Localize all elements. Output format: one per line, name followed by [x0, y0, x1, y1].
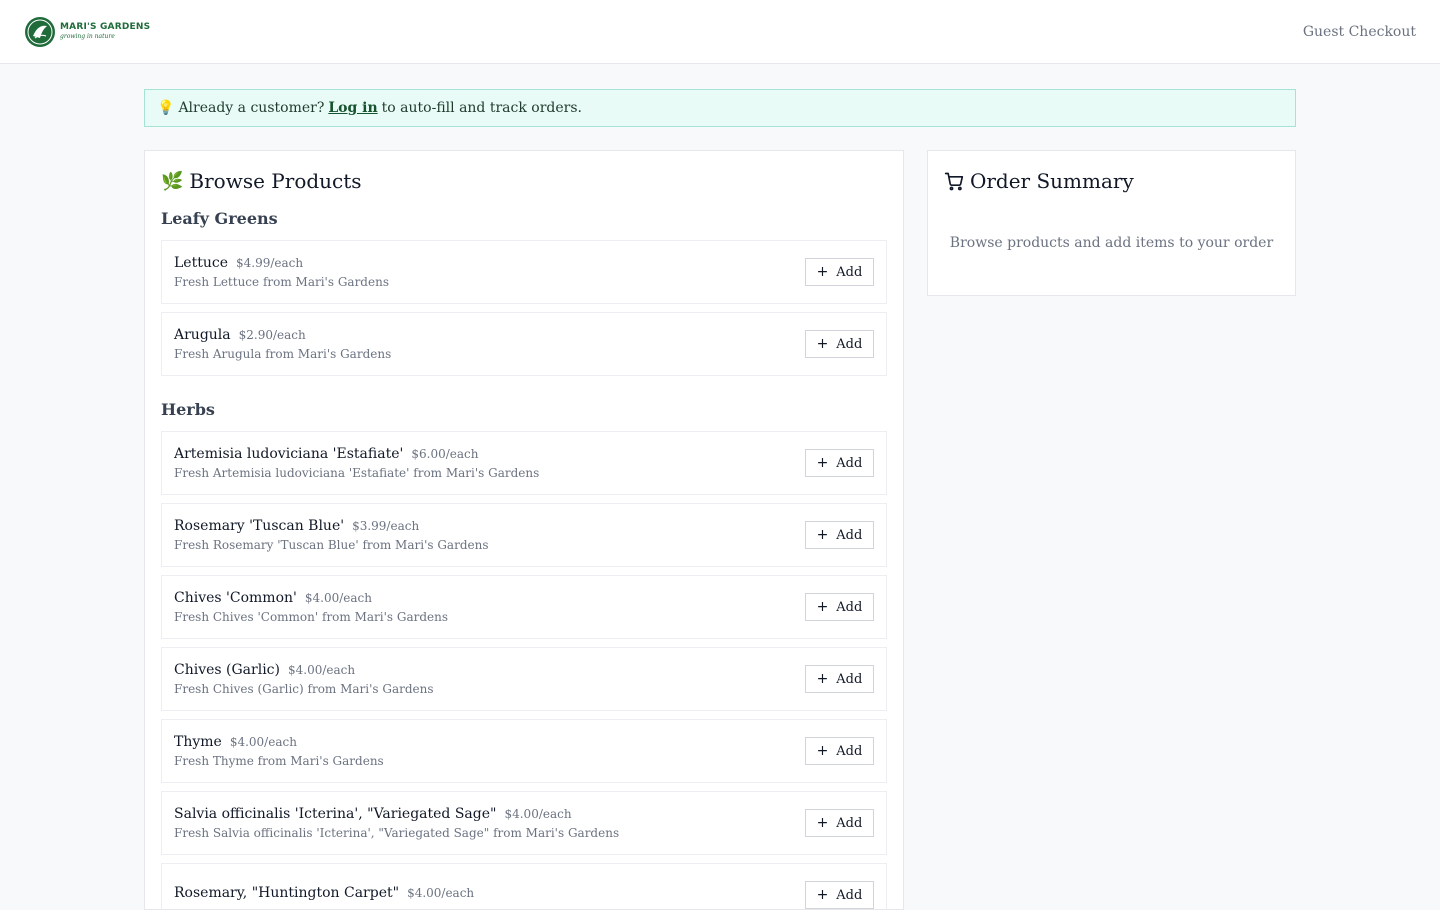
add-button[interactable]: + Add [804, 737, 874, 765]
product-price: $4.00/each [287, 663, 356, 677]
cart-icon [944, 172, 964, 191]
product-row: Salvia officinalis 'Icterina', "Variegat… [161, 791, 887, 855]
plus-icon: + [816, 671, 829, 687]
add-label: Add [836, 887, 863, 903]
browse-products-panel: 🌿 Browse Products Leafy Greens Lettuce $… [144, 150, 904, 910]
add-label: Add [836, 599, 863, 615]
leaf-icon: 🌿 [161, 170, 184, 192]
product-price: $6.00/each [411, 447, 479, 461]
guest-checkout-link[interactable]: Guest Checkout [1303, 24, 1416, 40]
product-name: Chives 'Common' [174, 590, 297, 606]
section-title: Leafy Greens [161, 209, 278, 228]
plus-icon: + [816, 887, 829, 903]
product-name: Chives (Garlic) [174, 662, 280, 678]
product-description: Fresh Rosemary 'Tuscan Blue' from Mari's… [174, 538, 489, 552]
product-description: Fresh Arugula from Mari's Gardens [174, 347, 392, 361]
brand-logo[interactable]: MARI'S GARDENS growing in nature [24, 16, 150, 48]
plus-icon: + [816, 743, 829, 759]
product-description: Fresh Artemisia ludoviciana 'Estafiate' … [174, 466, 540, 480]
add-label: Add [836, 815, 863, 831]
add-button[interactable]: + Add [804, 809, 874, 837]
product-row: Artemisia ludoviciana 'Estafiate' $6.00/… [161, 431, 887, 495]
add-button[interactable]: + Add [804, 593, 874, 621]
login-link[interactable]: Log in [328, 100, 377, 116]
product-name: Thyme [174, 734, 222, 750]
product-price: $4.00/each [504, 807, 572, 821]
section-leafy-greens: Leafy Greens Lettuce $4.99/each Fresh Le… [161, 209, 887, 376]
product-name: Arugula [174, 327, 231, 343]
order-summary-panel: Order Summary Browse products and add it… [926, 150, 1296, 296]
add-label: Add [836, 455, 863, 471]
section-title: Herbs [161, 400, 215, 419]
logo-name: MARI'S GARDENS [60, 22, 151, 32]
section-herbs: Herbs Artemisia ludoviciana 'Estafiate' … [161, 400, 887, 909]
product-row: Chives (Garlic) $4.00/each Fresh Chives … [161, 647, 887, 711]
product-name: Artemisia ludoviciana 'Estafiate' [174, 446, 404, 462]
product-description: Fresh Salvia officinalis 'Icterina', "Va… [174, 826, 620, 840]
add-button[interactable]: + Add [804, 665, 874, 693]
product-name: Salvia officinalis 'Icterina', "Variegat… [174, 806, 497, 822]
product-description: Fresh Lettuce from Mari's Gardens [174, 275, 389, 289]
product-row: Rosemary 'Tuscan Blue' $3.99/each Fresh … [161, 503, 887, 567]
top-bar: MARI'S GARDENS growing in nature Guest C… [0, 0, 1440, 64]
add-label: Add [836, 264, 863, 280]
add-button[interactable]: + Add [804, 258, 874, 286]
add-label: Add [836, 336, 863, 352]
main-content: 💡 Already a customer? Log in to auto-fil… [144, 64, 1296, 910]
add-button[interactable]: + Add [804, 449, 874, 477]
product-description: Fresh Thyme from Mari's Gardens [174, 754, 384, 768]
product-price: $4.00/each [407, 886, 475, 900]
logo-emblem-icon [25, 16, 55, 47]
plus-icon: + [816, 336, 829, 352]
notice-prefix: Already a customer? [178, 100, 325, 116]
add-button[interactable]: + Add [804, 330, 874, 358]
product-row: Thyme $4.00/each Fresh Thyme from Mari's… [161, 719, 887, 783]
product-row: Arugula $2.90/each Fresh Arugula from Ma… [161, 312, 887, 376]
product-price: $2.90/each [238, 328, 306, 342]
plus-icon: + [816, 599, 829, 615]
product-name: Rosemary 'Tuscan Blue' [174, 518, 345, 534]
product-name: Rosemary, "Huntington Carpet" [174, 885, 400, 901]
product-row: Lettuce $4.99/each Fresh Lettuce from Ma… [161, 240, 887, 304]
product-description: Fresh Chives 'Common' from Mari's Garden… [174, 610, 449, 624]
notice-suffix: to auto-fill and track orders. [381, 100, 582, 116]
plus-icon: + [816, 455, 829, 471]
product-price: $4.99/each [235, 256, 304, 270]
plus-icon: + [816, 815, 829, 831]
product-row: Rosemary, "Huntington Carpet" $4.00/each… [161, 863, 887, 909]
product-price: $3.99/each [352, 519, 420, 533]
summary-empty-text: Browse products and add items to your or… [949, 235, 1274, 251]
browse-title: Browse Products [189, 169, 362, 193]
summary-title: Order Summary [969, 169, 1134, 193]
add-button[interactable]: + Add [804, 521, 874, 549]
add-label: Add [836, 743, 863, 759]
add-button[interactable]: + Add [804, 881, 874, 909]
plus-icon: + [816, 527, 829, 543]
add-label: Add [836, 671, 863, 687]
lightbulb-icon: 💡 [157, 100, 175, 116]
product-name: Lettuce [174, 255, 228, 271]
product-price: $4.00/each [304, 591, 372, 605]
logo-tagline: growing in nature [60, 33, 115, 40]
plus-icon: + [816, 264, 829, 280]
product-description: Fresh Chives (Garlic) from Mari's Garden… [174, 682, 434, 696]
product-price: $4.00/each [229, 735, 297, 749]
login-notice: 💡 Already a customer? Log in to auto-fil… [144, 89, 1296, 127]
product-row: Chives 'Common' $4.00/each Fresh Chives … [161, 575, 887, 639]
add-label: Add [836, 527, 863, 543]
